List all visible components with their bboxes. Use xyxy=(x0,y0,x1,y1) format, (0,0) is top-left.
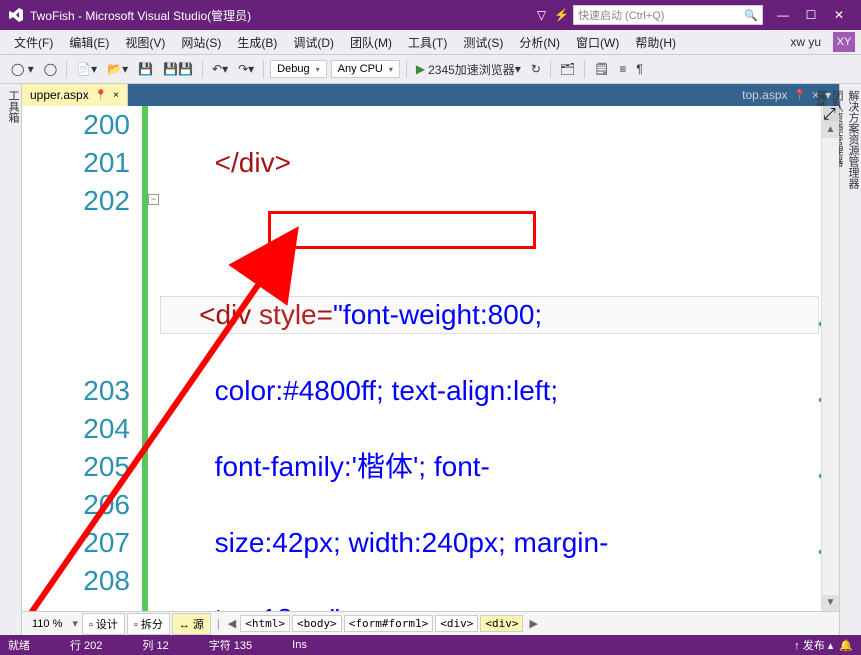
menu-build[interactable]: 生成(B) xyxy=(229,34,285,51)
titlebar: TwoFish - Microsoft Visual Studio(管理员) ▽… xyxy=(0,0,861,30)
split-icon[interactable]: ⤢ xyxy=(823,106,839,122)
tb-extra-1[interactable]: 🗂 xyxy=(556,60,579,78)
vs-logo-icon xyxy=(8,7,24,23)
menu-view[interactable]: 视图(V) xyxy=(117,34,173,51)
line-gutter: 200 201 202 203 204 205 206 207 208 xyxy=(22,106,142,611)
window-title: TwoFish - Microsoft Visual Studio(管理员) xyxy=(30,7,251,24)
workspace: 工具箱 upper.aspx 📍 × top.aspx 📍 × ▾ 200 20… xyxy=(0,84,861,635)
menu-website[interactable]: 网站(S) xyxy=(173,34,229,51)
fold-column: − xyxy=(148,106,160,611)
status-ins: Ins xyxy=(292,639,307,651)
line-number: 200 xyxy=(22,106,130,144)
toolbar: ◯ ▾ ◯ 📄▾ 📂▾ 💾 💾💾 ↶▾ ↷▾ Debug▾ Any CPU▾ ▶… xyxy=(0,54,861,84)
crumb-next-button[interactable]: ▶ xyxy=(525,617,541,630)
feedback-icon[interactable]: ⚡ xyxy=(554,8,569,22)
line-number: 205 xyxy=(22,448,130,486)
minimize-button[interactable]: — xyxy=(771,3,795,27)
tb-extra-2[interactable]: 🗒 xyxy=(590,60,613,78)
view-design-tab[interactable]: ▫ 设计 xyxy=(82,613,125,635)
pin-icon[interactable]: 📍 xyxy=(794,90,806,101)
zoom-level[interactable]: 110 % xyxy=(26,618,68,630)
vertical-scrollbar[interactable]: ⤢ ▲ ▼ xyxy=(821,106,839,611)
start-debug-button[interactable]: ▶2345加速浏览器 ▾ xyxy=(412,59,525,80)
document-tabs: upper.aspx 📍 × top.aspx 📍 × ▾ xyxy=(22,84,839,106)
save-button[interactable]: 💾 xyxy=(134,60,157,78)
breadcrumb-html[interactable]: <html> xyxy=(240,615,290,632)
scroll-down-button[interactable]: ▼ xyxy=(822,595,839,611)
close-button[interactable]: ✕ xyxy=(827,3,851,27)
code-editor[interactable]: 200 201 202 203 204 205 206 207 208 − </… xyxy=(22,106,839,611)
tab-upper-aspx[interactable]: upper.aspx 📍 × xyxy=(22,84,128,106)
publish-button[interactable]: ↑ 发布 ▴ xyxy=(794,637,833,653)
status-line: 行 202 xyxy=(70,637,102,653)
line-number: 203 xyxy=(22,372,130,410)
fold-toggle[interactable]: − xyxy=(148,194,159,205)
menu-tools[interactable]: 工具(T) xyxy=(400,34,455,51)
breadcrumb-body[interactable]: <body> xyxy=(292,615,342,632)
undo-button[interactable]: ↶▾ xyxy=(208,60,232,78)
editor-bottom-strip: 110 % ▾ ▫ 设计 ▫ 拆分 ↔ 源 | ◀ <html> <body> … xyxy=(22,611,839,635)
tb-extra-4[interactable]: ¶ xyxy=(632,60,646,78)
search-placeholder: 快速启动 (Ctrl+Q) xyxy=(578,7,664,23)
right-panel-tabs: 解决方案资源管理器 团队资源管理器 属性 xyxy=(839,84,861,635)
menu-analyze[interactable]: 分析(N) xyxy=(511,34,568,51)
tb-extra-3[interactable]: ≡ xyxy=(615,60,630,78)
menu-window[interactable]: 窗口(W) xyxy=(568,34,627,51)
menu-file[interactable]: 文件(F) xyxy=(6,34,61,51)
toolbox-panel-tab[interactable]: 工具箱 xyxy=(0,84,22,635)
view-source-tab[interactable]: ↔ 源 xyxy=(172,613,211,635)
statusbar: 就绪 行 202 列 12 字符 135 Ins ↑ 发布 ▴ 🔔 xyxy=(0,635,861,655)
notifications-icon[interactable]: ▽ xyxy=(537,8,546,22)
line-number: 208 xyxy=(22,562,130,600)
close-tab-icon[interactable]: × xyxy=(113,90,119,101)
scroll-up-button[interactable]: ▲ xyxy=(822,122,839,138)
nav-back-button[interactable]: ◯ ▾ xyxy=(7,60,38,78)
pin-icon[interactable]: 📍 xyxy=(95,90,107,101)
editor-area: upper.aspx 📍 × top.aspx 📍 × ▾ 200 201 20… xyxy=(22,84,839,635)
solution-explorer-tab[interactable]: 解决方案资源管理器 xyxy=(845,90,861,627)
redo-button[interactable]: ↷▾ xyxy=(234,60,258,78)
user-avatar[interactable]: XY xyxy=(833,32,855,52)
notification-bell-icon[interactable]: 🔔 xyxy=(839,639,853,652)
code-body[interactable]: </div> <div style="font-weight:800;⤶ col… xyxy=(160,106,819,611)
crumb-prev-button[interactable]: ◀ xyxy=(224,617,240,630)
breadcrumb-div2[interactable]: <div> xyxy=(480,615,523,632)
search-icon: 🔍 xyxy=(744,9,758,22)
line-number: 204 xyxy=(22,410,130,448)
menubar: 文件(F) 编辑(E) 视图(V) 网站(S) 生成(B) 调试(D) 团队(M… xyxy=(0,30,861,54)
user-name[interactable]: xw yu xyxy=(790,35,827,49)
menu-edit[interactable]: 编辑(E) xyxy=(61,34,117,51)
status-ready: 就绪 xyxy=(8,637,30,653)
view-split-tab[interactable]: ▫ 拆分 xyxy=(127,613,170,635)
menu-test[interactable]: 测试(S) xyxy=(455,34,511,51)
line-number: 202 xyxy=(22,182,130,220)
breadcrumb-div1[interactable]: <div> xyxy=(435,615,478,632)
quick-launch-input[interactable]: 快速启动 (Ctrl+Q) 🔍 xyxy=(573,5,763,25)
new-project-button[interactable]: 📄▾ xyxy=(72,60,101,78)
zoom-chev-icon[interactable]: ▾ xyxy=(68,617,82,630)
breadcrumb-form[interactable]: <form#form1> xyxy=(344,615,433,632)
menu-debug[interactable]: 调试(D) xyxy=(285,34,342,51)
line-number: 206 xyxy=(22,486,130,524)
config-dropdown[interactable]: Debug▾ xyxy=(270,60,326,78)
browser-refresh-button[interactable]: ↻ xyxy=(527,60,545,78)
nav-fwd-button[interactable]: ◯ xyxy=(40,60,61,78)
status-col: 列 12 xyxy=(142,637,168,653)
platform-dropdown[interactable]: Any CPU▾ xyxy=(331,60,400,78)
maximize-button[interactable]: ☐ xyxy=(799,3,823,27)
line-number: 201 xyxy=(22,144,130,182)
menu-team[interactable]: 团队(M) xyxy=(342,34,400,51)
status-char: 字符 135 xyxy=(209,637,252,653)
line-number: 207 xyxy=(22,524,130,562)
menu-help[interactable]: 帮助(H) xyxy=(627,34,684,51)
save-all-button[interactable]: 💾💾 xyxy=(159,60,197,78)
open-button[interactable]: 📂▾ xyxy=(103,60,132,78)
